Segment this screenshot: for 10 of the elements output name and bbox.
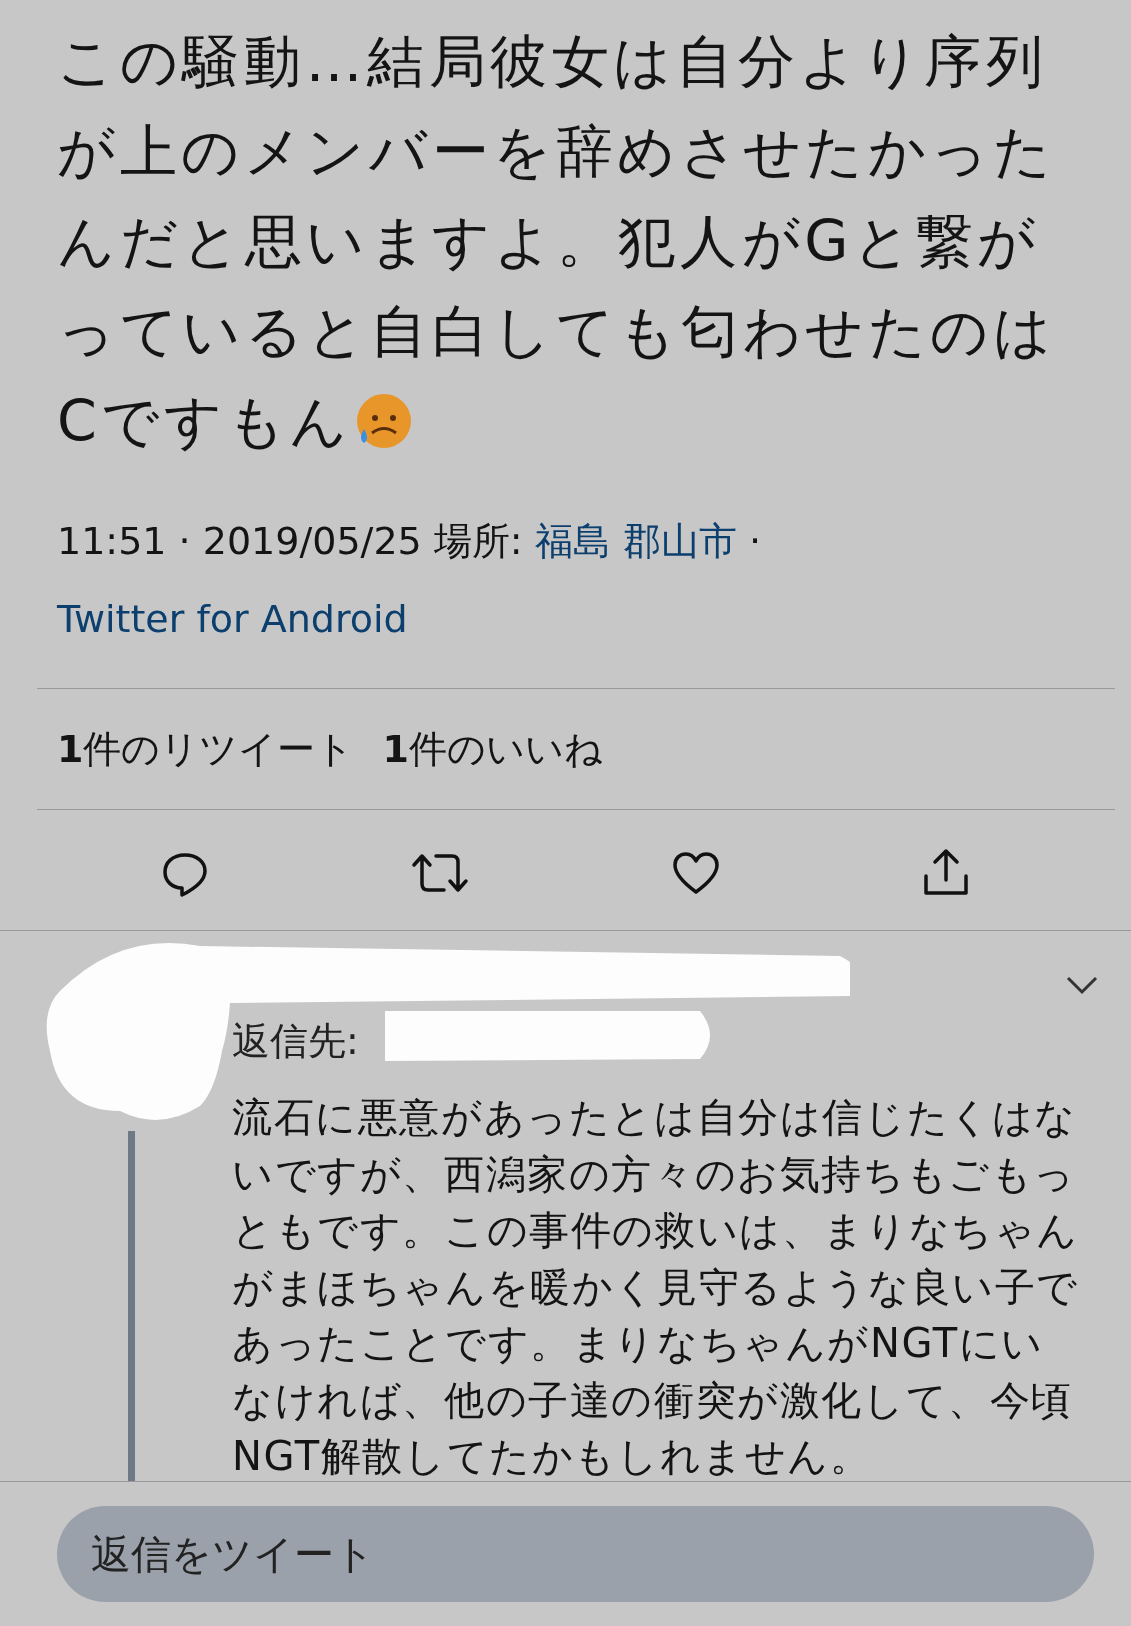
chevron-down-icon[interactable] xyxy=(1065,975,1099,995)
tweet-text: この騒動…結局彼女は自分より序列が上のメンバーを辞めさせたかったんだと思いますよ。犯人がGと繋がっていると自白しても匂わせたのはCですもん xyxy=(56,27,1057,456)
metadata-link[interactable]: 福島 郡山市 xyxy=(534,519,737,563)
metadata-link[interactable]: Twitter for Android xyxy=(57,597,408,641)
replying-to-label: 返信先: xyxy=(232,1018,360,1065)
engagement-count[interactable]: 1件のいいね xyxy=(382,719,603,779)
reply-text: 流石に悪意があったとは自分は信じたくはないですが、西潟家の方々のお気持ちもごもっともです。この事件の救いは、まりなちゃんがまほちゃんを暖かく見守るような良い子であったことです。まりなちゃんがNGTにいなければ、他の子達の衝突が激化して、今頃NGT解散してたかもしれません。 xyxy=(232,1093,1080,1481)
tweet-metadata: 11:51 · 2019/05/25 場所: 福島 郡山市 · Twitter for Android xyxy=(56,518,762,643)
engagement-count[interactable]: 1件のリツイート xyxy=(57,719,355,779)
reply-input-field[interactable]: 返信をツイート xyxy=(57,1506,1094,1602)
